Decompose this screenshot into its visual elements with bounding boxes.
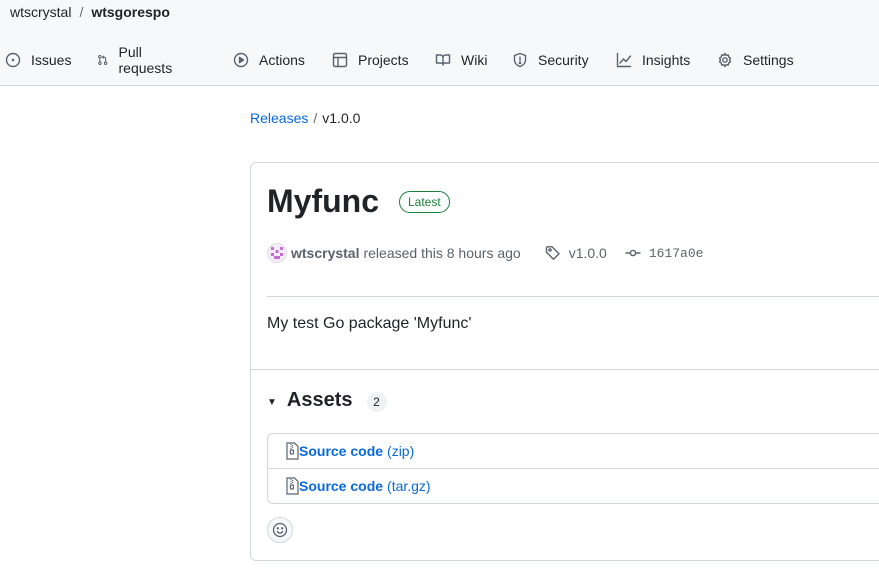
asset-extension[interactable]: (tar.gz) — [387, 478, 431, 494]
assets-count-badge: 2 — [366, 392, 387, 412]
tab-security-label: Security — [538, 52, 589, 68]
tab-wiki[interactable]: Wiki — [435, 48, 487, 72]
tab-insights-label: Insights — [642, 52, 691, 68]
asset-name-link[interactable]: Source code — [299, 478, 383, 494]
tab-settings[interactable]: Settings — [717, 48, 794, 72]
breadcrumb-current: v1.0.0 — [322, 110, 361, 126]
git-pull-request-icon — [98, 55, 108, 65]
tab-pull-requests-label: Pull requests — [118, 44, 173, 76]
commit-sha: 1617a0e — [648, 245, 704, 261]
add-reaction-button[interactable] — [267, 517, 293, 543]
tab-insights[interactable]: Insights — [616, 48, 690, 72]
list-item[interactable]: Source code (tar.gz) — [268, 468, 879, 503]
tab-pull-requests[interactable]: Pull requests — [97, 44, 177, 76]
release-meta: wtscrystal released this 8 hours ago v1.… — [267, 242, 703, 264]
gear-icon — [718, 52, 732, 68]
commit-link[interactable]: 1617a0e — [625, 245, 704, 261]
release-card: Myfunc Latest wtscrystal released this 8… — [250, 162, 879, 561]
git-commit-icon — [625, 249, 641, 257]
identicon-icon — [271, 247, 283, 259]
avatar[interactable] — [267, 243, 287, 263]
play-icon — [233, 52, 249, 68]
assets-title: Assets — [286, 388, 353, 411]
smiley-icon — [272, 522, 288, 538]
book-icon — [435, 54, 451, 66]
divider — [267, 296, 879, 297]
tab-projects-label: Projects — [358, 52, 409, 68]
breadcrumb-separator: / — [313, 110, 318, 126]
table-icon — [332, 52, 348, 68]
file-zip-icon — [286, 477, 299, 495]
caret-down-icon: ▼ — [267, 396, 277, 408]
tab-projects[interactable]: Projects — [332, 48, 409, 72]
release-notes: My test Go package 'Myfunc' — [267, 315, 472, 332]
repo-name-link[interactable]: wtsgorespo — [91, 4, 170, 20]
breadcrumb-releases-link[interactable]: Releases — [250, 110, 308, 126]
tag-icon — [545, 246, 560, 260]
asset-list: Source code (zip) Source code (tar.gz) — [267, 433, 879, 504]
shield-icon — [513, 52, 527, 68]
latest-badge: Latest — [399, 191, 450, 213]
tag-label: v1.0.0 — [568, 245, 607, 261]
breadcrumb: Releases / v1.0.0 — [250, 110, 360, 126]
tab-actions[interactable]: Actions — [233, 48, 305, 72]
release-time: released this 8 hours ago — [363, 245, 521, 261]
repo-path: wtscrystal / wtsgorespo — [10, 4, 170, 20]
graph-icon — [616, 52, 632, 68]
assets-toggle[interactable]: ▼ Assets 2 — [267, 388, 387, 412]
release-title[interactable]: Myfunc — [267, 183, 379, 220]
tab-issues-label: Issues — [31, 52, 72, 68]
assets-section: ▼ Assets 2 Source code (zip) Source code… — [251, 369, 879, 563]
tab-settings-label: Settings — [743, 52, 794, 68]
tab-actions-label: Actions — [259, 52, 305, 68]
file-zip-icon — [286, 442, 299, 460]
asset-name-link[interactable]: Source code — [299, 443, 383, 459]
issue-opened-icon — [5, 52, 21, 68]
author-link[interactable]: wtscrystal — [291, 245, 359, 261]
asset-extension[interactable]: (zip) — [387, 443, 414, 459]
repo-owner-link[interactable]: wtscrystal — [10, 4, 71, 20]
tab-issues[interactable]: Issues — [5, 48, 71, 72]
repo-header: wtscrystal / wtsgorespo Issues Pull requ… — [0, 0, 879, 86]
repo-path-separator: / — [79, 4, 84, 20]
tab-security[interactable]: Security — [512, 48, 589, 72]
tag-link[interactable]: v1.0.0 — [545, 245, 607, 261]
list-item[interactable]: Source code (zip) — [268, 434, 879, 468]
tab-wiki-label: Wiki — [461, 52, 488, 68]
